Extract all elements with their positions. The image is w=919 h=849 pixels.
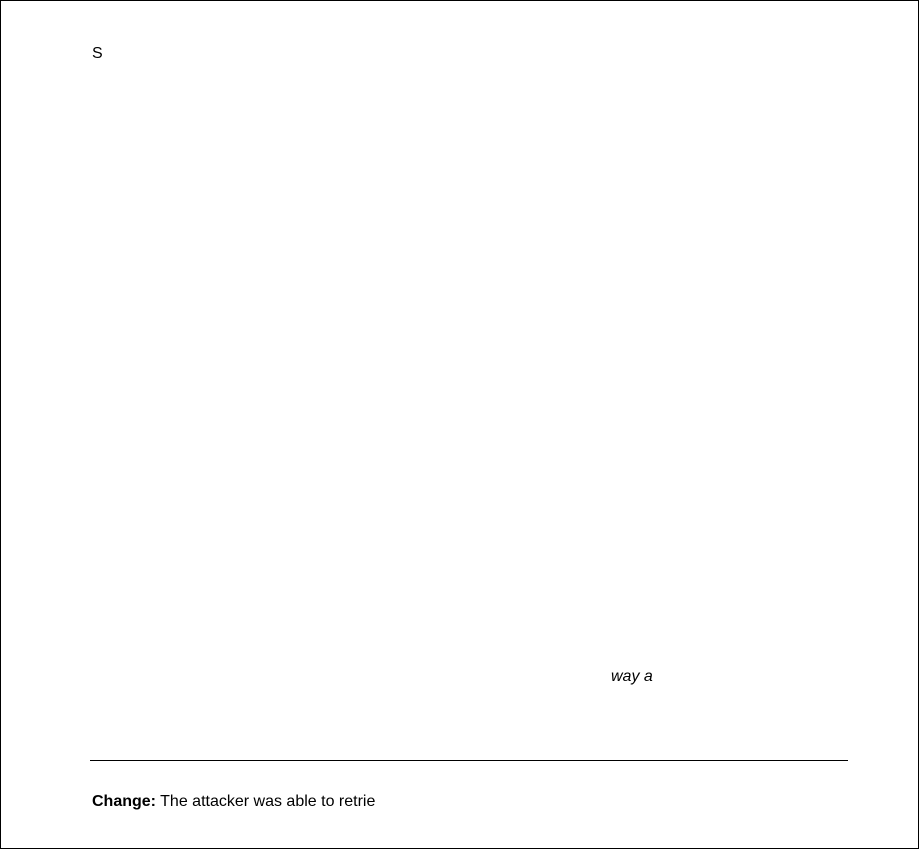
document-page: S way a Change: The attacker was able to… [0,0,919,849]
change-text: The attacker was able to retrie [156,793,376,810]
horizontal-divider [90,760,848,761]
change-note: Change: The attacker was able to retrie [92,792,375,812]
change-label: Change: [92,793,156,810]
italic-text-fragment: way a [611,668,653,685]
top-text-fragment: S [92,45,103,62]
